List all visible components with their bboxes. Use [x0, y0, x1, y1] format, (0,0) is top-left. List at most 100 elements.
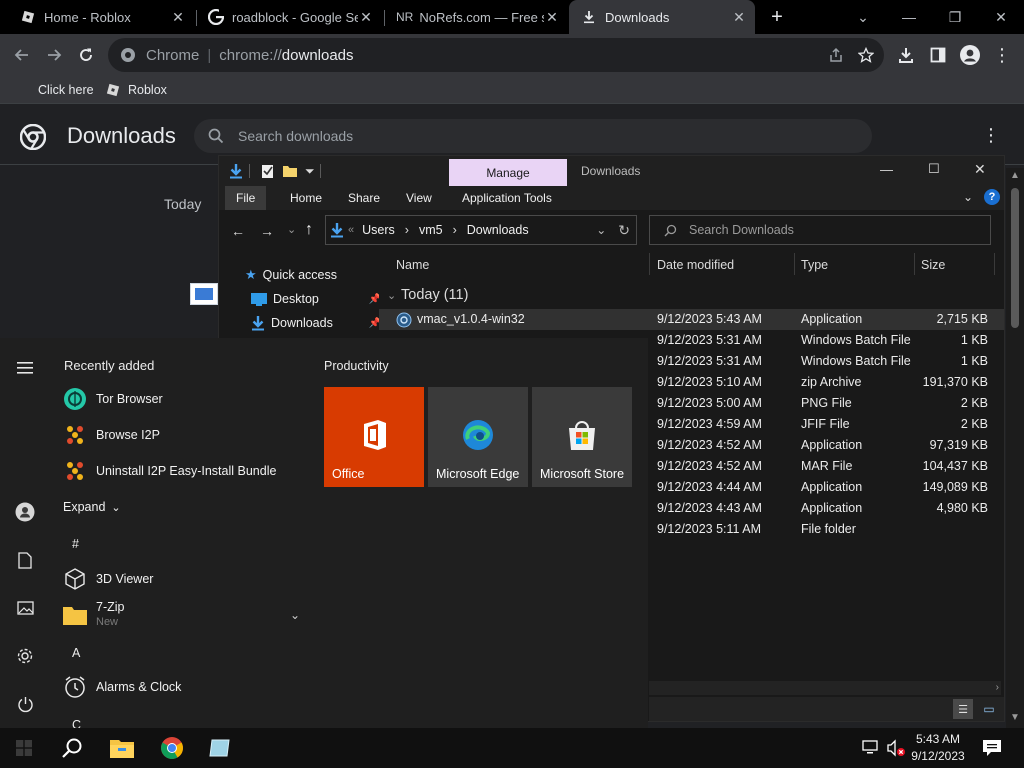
- scrollbar-thumb[interactable]: [1011, 188, 1019, 328]
- column-divider[interactable]: [994, 253, 995, 275]
- bookmark-star-icon[interactable]: [858, 47, 874, 63]
- chrome-menu-button[interactable]: ⋮: [985, 38, 1019, 72]
- tile-microsoft-edge[interactable]: Microsoft Edge: [428, 387, 528, 487]
- back-button[interactable]: [5, 38, 39, 72]
- documents-icon[interactable]: [13, 548, 37, 572]
- column-name[interactable]: Name: [396, 258, 429, 272]
- close-window-button[interactable]: ✕: [974, 161, 986, 178]
- section-header-a[interactable]: A: [72, 646, 80, 660]
- profile-button[interactable]: [953, 38, 987, 72]
- power-icon[interactable]: [13, 692, 37, 716]
- bookmark-roblox[interactable]: Roblox: [106, 80, 167, 100]
- app-uninstall-i2p[interactable]: Uninstall I2P Easy-Install Bundle: [62, 455, 302, 487]
- scroll-right-icon[interactable]: ›: [996, 682, 999, 693]
- column-divider[interactable]: [649, 253, 650, 275]
- recent-locations-button[interactable]: ⌄: [287, 223, 296, 236]
- close-tab-icon[interactable]: ✕: [544, 9, 560, 25]
- help-icon[interactable]: ?: [984, 189, 1000, 205]
- breadcrumb-downloads[interactable]: Downloads: [467, 223, 529, 237]
- start-button[interactable]: [0, 728, 48, 768]
- scroll-up-icon[interactable]: ▲: [1010, 170, 1020, 181]
- address-history-icon[interactable]: ⌄: [596, 223, 606, 237]
- app-tor-browser[interactable]: Tor Browser: [62, 383, 302, 415]
- restore-button[interactable]: ❐: [932, 0, 978, 34]
- details-view-button[interactable]: ☰: [953, 699, 973, 719]
- close-tab-icon[interactable]: ✕: [358, 9, 374, 25]
- close-tab-icon[interactable]: ✕: [170, 9, 186, 25]
- tile-microsoft-store[interactable]: Microsoft Store: [532, 387, 632, 487]
- close-tab-icon[interactable]: ✕: [731, 9, 747, 25]
- tab-home-roblox[interactable]: Home - Roblox ✕: [8, 0, 194, 34]
- expand-ribbon-icon[interactable]: ⌄: [963, 190, 973, 204]
- downloads-button[interactable]: [889, 38, 923, 72]
- taskbar-file-explorer[interactable]: [98, 728, 146, 768]
- tab-manage[interactable]: Manage: [449, 159, 567, 187]
- hamburger-menu-icon[interactable]: [13, 356, 37, 380]
- taskbar-chrome[interactable]: [148, 728, 196, 768]
- nav-downloads[interactable]: Downloads 📌: [251, 312, 381, 334]
- tab-google-search[interactable]: roadblock - Google Sea ✕: [196, 0, 382, 34]
- explorer-search-input[interactable]: Search Downloads: [649, 215, 991, 245]
- tile-office[interactable]: Office: [324, 387, 424, 487]
- downloads-search-input[interactable]: Search downloads: [194, 119, 872, 153]
- app-alarms-clock[interactable]: Alarms & Clock: [62, 671, 302, 703]
- new-folder-icon[interactable]: [283, 164, 297, 178]
- tab-home[interactable]: Home: [279, 186, 333, 210]
- expand-button[interactable]: Expand ⌄: [63, 491, 143, 523]
- nav-quick-access[interactable]: ★ Quick access: [245, 264, 375, 286]
- refresh-icon[interactable]: ↻: [618, 222, 630, 239]
- minimize-button[interactable]: —: [886, 0, 932, 34]
- tab-view[interactable]: View: [395, 186, 443, 210]
- customize-qat-icon[interactable]: ⏷: [305, 164, 315, 179]
- explorer-address-bar[interactable]: « Users › vm5 › Downloads ⌄ ↻: [325, 215, 637, 245]
- up-button[interactable]: ↑: [305, 221, 313, 239]
- column-divider[interactable]: [794, 253, 795, 275]
- user-account-icon[interactable]: [13, 500, 37, 524]
- app-3d-viewer[interactable]: 3D Viewer: [62, 563, 302, 595]
- downloads-menu-button[interactable]: ⋮: [982, 125, 1000, 146]
- column-type[interactable]: Type: [801, 258, 828, 272]
- address-bar[interactable]: Chrome | chrome:// downloads: [108, 38, 884, 72]
- close-window-button[interactable]: ✕: [978, 0, 1024, 34]
- tab-norefs[interactable]: NR NoRefs.com — Free se ✕: [384, 0, 568, 34]
- forward-button[interactable]: →: [260, 223, 274, 239]
- scroll-down-icon[interactable]: ▼: [1010, 712, 1020, 723]
- pictures-icon[interactable]: [13, 596, 37, 620]
- forward-button[interactable]: [37, 38, 71, 72]
- notifications-icon[interactable]: [982, 738, 1002, 758]
- settings-gear-icon[interactable]: [13, 644, 37, 668]
- collapse-group-icon[interactable]: ⌄: [387, 289, 396, 302]
- new-tab-button[interactable]: +: [766, 6, 788, 28]
- nav-desktop[interactable]: Desktop 📌: [251, 288, 381, 310]
- tab-search-button[interactable]: ⌄: [840, 0, 886, 34]
- app-browse-i2p[interactable]: Browse I2P: [62, 419, 302, 451]
- file-group-header[interactable]: Today (11): [401, 287, 468, 303]
- reload-button[interactable]: [69, 38, 103, 72]
- tab-application-tools[interactable]: Application Tools: [451, 186, 563, 210]
- taskbar-app[interactable]: [196, 728, 244, 768]
- back-button[interactable]: ←: [231, 223, 245, 239]
- bookmark-click-here[interactable]: Click here: [38, 80, 94, 100]
- tab-share[interactable]: Share: [337, 186, 391, 210]
- volume-muted-icon[interactable]: [886, 739, 906, 757]
- minimize-button[interactable]: —: [880, 162, 893, 177]
- section-header-hash[interactable]: #: [72, 537, 79, 551]
- taskbar-clock[interactable]: 5:43 AM 9/12/2023: [904, 731, 972, 765]
- column-size[interactable]: Size: [921, 258, 945, 272]
- maximize-button[interactable]: ☐: [928, 161, 940, 177]
- column-divider[interactable]: [914, 253, 915, 275]
- search-button[interactable]: [48, 728, 96, 768]
- column-date-modified[interactable]: Date modified: [657, 258, 734, 272]
- network-icon[interactable]: [862, 740, 880, 756]
- properties-icon[interactable]: [261, 164, 275, 179]
- breadcrumb-vm5[interactable]: vm5: [419, 223, 443, 237]
- horizontal-scrollbar[interactable]: ›: [649, 681, 1001, 695]
- table-row[interactable]: vmac_v1.0.4-win32 9/12/2023 5:43 AM Appl…: [379, 309, 1004, 330]
- tab-file[interactable]: File: [225, 186, 267, 210]
- app-7-zip[interactable]: 7-Zip New ⌄: [62, 598, 302, 632]
- chevron-down-icon[interactable]: ⌄: [290, 608, 300, 622]
- breadcrumb-users[interactable]: Users: [362, 223, 395, 237]
- vertical-scrollbar[interactable]: ▲ ▼: [1006, 168, 1024, 728]
- share-icon[interactable]: [828, 47, 844, 63]
- tab-downloads[interactable]: Downloads ✕: [569, 0, 755, 34]
